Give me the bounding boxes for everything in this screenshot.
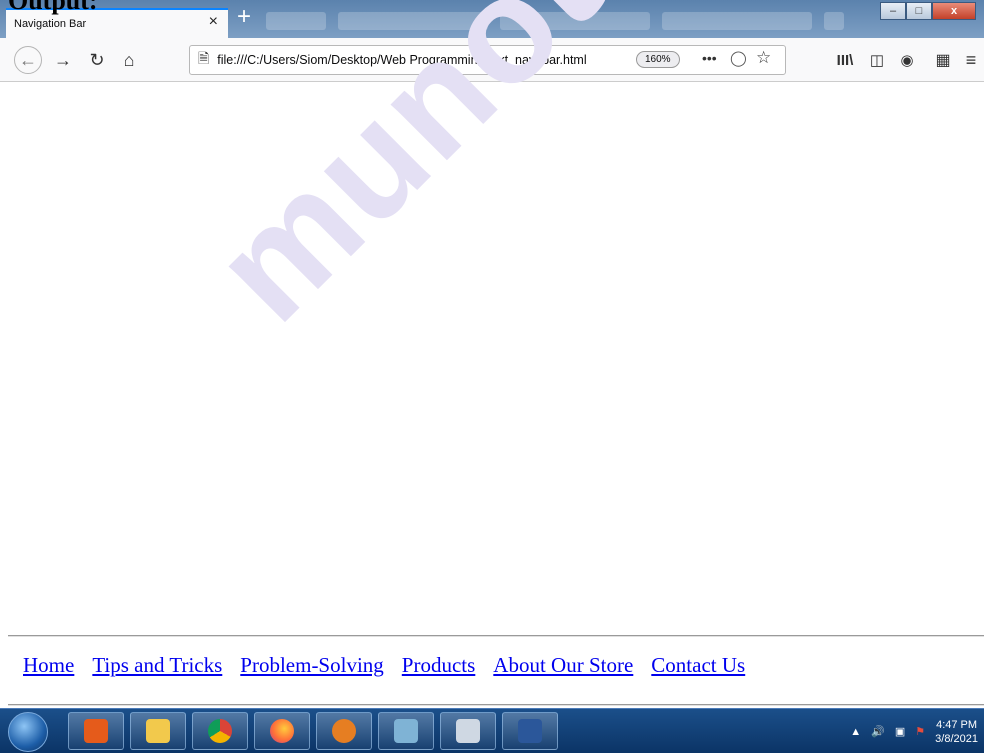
home-icon[interactable]: ⌂ <box>116 47 142 73</box>
action-center-icon[interactable]: ⚑ <box>915 725 925 738</box>
back-icon[interactable]: ← <box>14 46 42 74</box>
forward-icon[interactable]: → <box>50 47 76 73</box>
close-window-button[interactable]: x <box>932 2 976 20</box>
document-heading: Output: <box>8 0 98 15</box>
bookmark-star-icon[interactable]: ☆ <box>756 48 771 68</box>
library-icon[interactable]: III\ <box>832 47 858 73</box>
file-explorer-icon[interactable] <box>130 712 186 750</box>
firefox-icon[interactable] <box>254 712 310 750</box>
page-icon: 🗎 <box>198 50 210 66</box>
volume-icon[interactable]: 🔊 <box>871 725 885 738</box>
window-controls: – □ x <box>880 2 976 20</box>
menu-icon[interactable]: ≡ <box>958 47 984 73</box>
nav-link-contact-us[interactable]: Contact Us <box>651 653 745 678</box>
eclipse-icon[interactable] <box>316 712 372 750</box>
clock[interactable]: 4:47 PM 3/8/2021 <box>935 718 978 746</box>
nav-link-about-our-store[interactable]: About Our Store <box>493 653 633 678</box>
background-tab[interactable] <box>266 12 326 30</box>
maximize-button[interactable]: □ <box>906 2 932 20</box>
taskbar: ▲ 🔊 ▣ ⚑ 4:47 PM 3/8/2021 <box>0 708 984 753</box>
tab-close-icon[interactable]: × <box>209 13 218 31</box>
nav-link-home[interactable]: Home <box>23 653 74 678</box>
sidebar-icon[interactable]: ◫ <box>864 47 890 73</box>
nav-link-tips-and-tricks[interactable]: Tips and Tricks <box>92 653 222 678</box>
page-content: munotes.in Home Tips and Tricks Problem-… <box>0 0 984 708</box>
paint-icon[interactable] <box>440 712 496 750</box>
background-tab[interactable] <box>824 12 844 30</box>
chrome-icon[interactable] <box>192 712 248 750</box>
extensions-icon[interactable]: ▦ <box>930 47 956 73</box>
network-icon[interactable]: ▣ <box>895 725 905 738</box>
reload-icon[interactable]: ↻ <box>84 47 110 73</box>
show-hidden-icons-icon[interactable]: ▲ <box>850 726 861 738</box>
new-tab-button[interactable]: + <box>232 5 256 30</box>
account-icon[interactable]: ◉ <box>894 47 920 73</box>
zoom-level-button[interactable]: 160% <box>636 51 680 68</box>
pocket-icon[interactable]: ◯ <box>730 49 747 67</box>
nav-link-problem-solving[interactable]: Problem-Solving <box>240 653 384 678</box>
nav-link-products[interactable]: Products <box>402 653 476 678</box>
notepad-icon[interactable] <box>378 712 434 750</box>
start-button[interactable] <box>8 712 48 752</box>
minimize-button[interactable]: – <box>880 2 906 20</box>
background-tab[interactable] <box>662 12 812 30</box>
bottom-divider <box>8 704 984 706</box>
top-divider <box>8 635 984 637</box>
clock-date: 3/8/2021 <box>935 732 978 745</box>
clock-time: 4:47 PM <box>936 718 978 731</box>
site-navigation-bar: Home Tips and Tricks Problem-Solving Pro… <box>23 653 763 678</box>
media-player-icon[interactable] <box>68 712 124 750</box>
system-tray: ▲ 🔊 ▣ ⚑ 4:47 PM 3/8/2021 <box>850 709 978 753</box>
tab-title: Navigation Bar <box>14 18 87 30</box>
page-actions-button[interactable]: ••• <box>702 50 717 66</box>
word-icon[interactable] <box>502 712 558 750</box>
